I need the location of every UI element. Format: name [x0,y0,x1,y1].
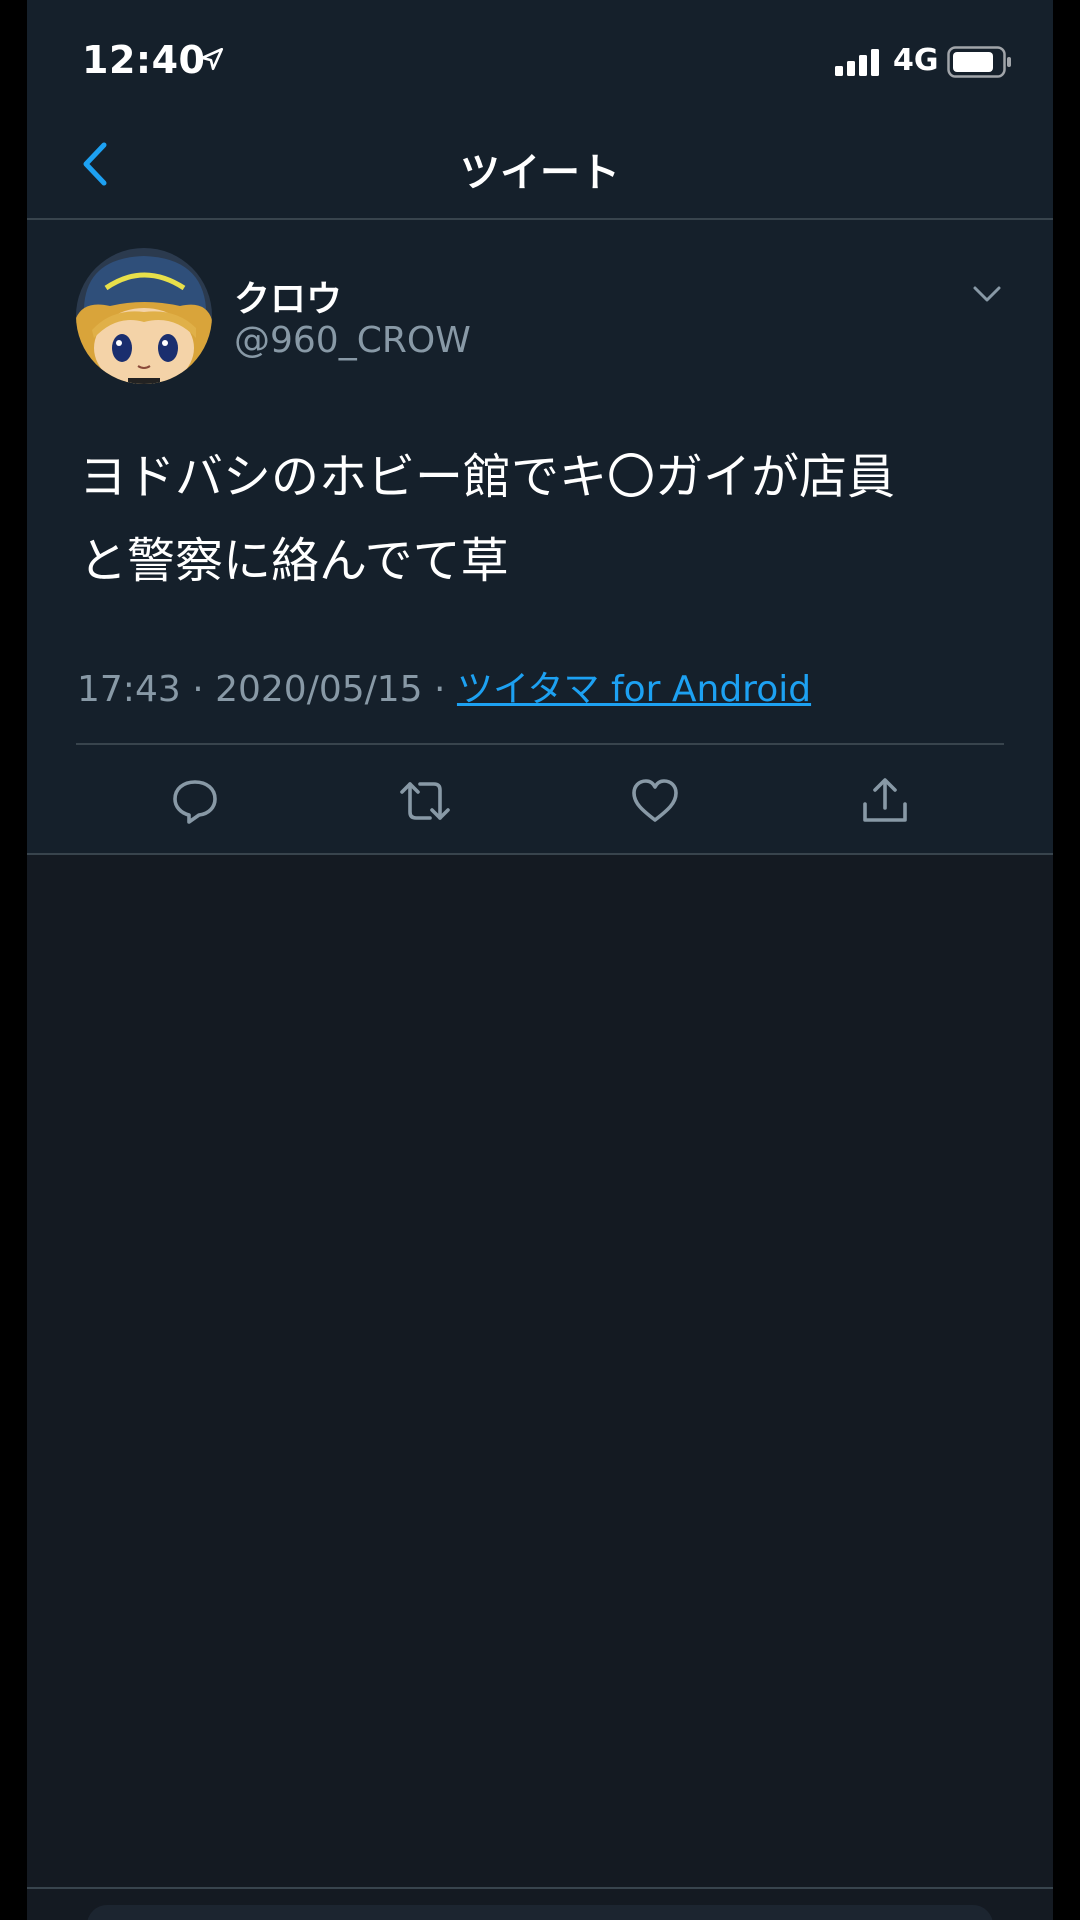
heart-icon [630,776,680,830]
battery-icon [947,46,1013,82]
display-name[interactable]: クロウ [234,270,342,322]
tweet-detail-screen: 12:40 4G ツイート クロウ @960_CROW ヨドバシのホビー館でキ〇… [27,0,1053,1920]
retweet-button[interactable] [397,775,453,831]
reply-icon [170,776,220,830]
tweet-metadata: 17:43 · 2020/05/15 · ツイタマ for Android [77,660,811,712]
chevron-down-icon [969,286,1005,316]
like-button[interactable] [627,775,683,831]
divider [76,743,1004,745]
status-time: 12:40 [82,38,206,82]
network-type-label: 4G [893,43,939,78]
meta-separator: · [422,669,457,710]
retweet-icon [397,776,453,830]
tweet-source-link[interactable]: ツイタマ for Android [457,669,811,710]
reply-button[interactable] [167,775,223,831]
share-icon [860,776,910,830]
tweet-time: 17:43 [77,669,181,710]
bottom-divider [27,1887,1053,1889]
meta-separator: · [180,669,216,710]
tweet-text: ヨドバシのホビー館でキ〇ガイが店員 と警察に絡んでて草 [79,435,1009,603]
cellular-signal-icon [835,48,885,80]
location-arrow-icon [199,46,225,76]
avatar[interactable] [76,248,212,384]
page-title: ツイート [460,150,620,196]
more-options-button[interactable] [969,276,1005,312]
user-handle[interactable]: @960_CROW [234,320,471,361]
tweet-card: クロウ @960_CROW ヨドバシのホビー館でキ〇ガイが店員 と警察に絡んでて… [27,220,1053,855]
tweet-text-line: ヨドバシのホビー館でキ〇ガイが店員 [79,449,896,505]
navigation-bar: ツイート [27,120,1053,220]
status-bar: 12:40 4G [27,0,1053,120]
tweet-date: 2020/05/15 [215,669,423,710]
bottom-bar[interactable] [87,1905,993,1920]
share-button[interactable] [857,775,913,831]
tweet-text-line: と警察に絡んでて草 [79,533,509,589]
